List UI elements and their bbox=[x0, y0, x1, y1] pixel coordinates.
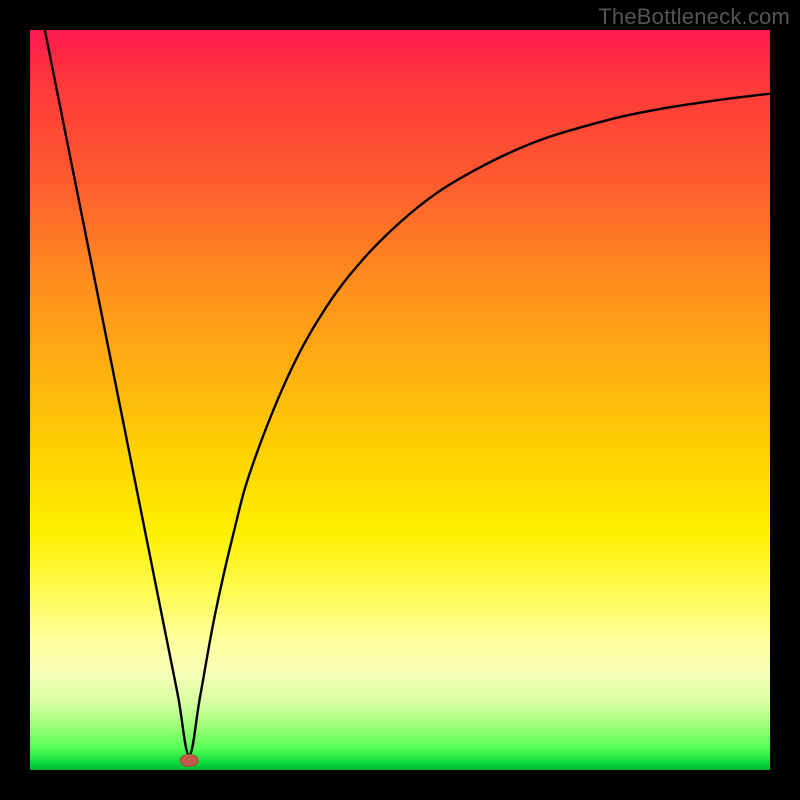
plot-area bbox=[30, 30, 770, 770]
plot-svg bbox=[30, 30, 770, 770]
watermark-text: TheBottleneck.com bbox=[598, 4, 790, 30]
bottleneck-curve bbox=[45, 30, 770, 755]
min-marker bbox=[180, 754, 198, 766]
chart-frame: TheBottleneck.com bbox=[0, 0, 800, 800]
